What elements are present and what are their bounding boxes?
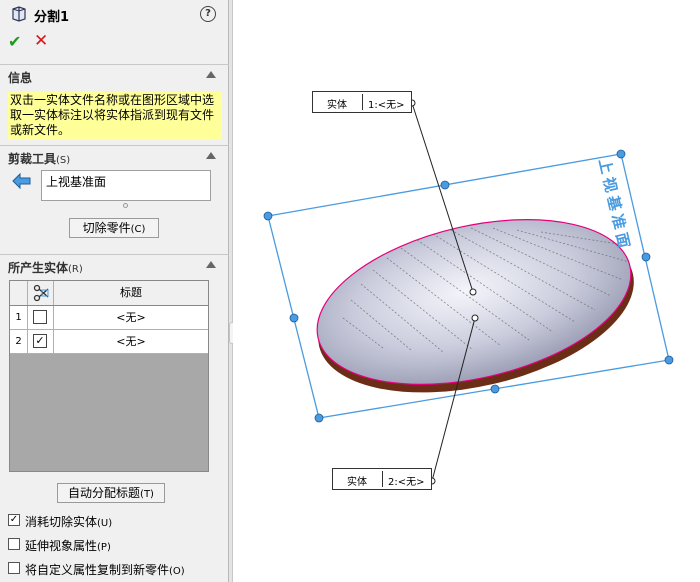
trim-tool-selection-field[interactable]: 上视基准面 — [41, 170, 211, 201]
feature-title-bar: 分割1 ? — [0, 0, 229, 28]
resulting-bodies-table: 标题 1 <无> 2 ✓ <无> — [9, 280, 209, 472]
row-title[interactable]: <无> — [54, 306, 208, 329]
property-manager: 分割1 ? ✔ ✕ 信息 双击一实体文件名称或在图形区域中选取一实体标注以将实体… — [0, 0, 229, 582]
model-view[interactable]: 上视基准面 — [233, 0, 700, 582]
row-title[interactable]: <无> — [54, 330, 208, 353]
row-select-cell[interactable]: ✓ — [28, 330, 54, 353]
cut-part-button[interactable]: 切除零件(C) — [69, 218, 159, 238]
select-column-header[interactable] — [28, 281, 54, 305]
checkbox[interactable] — [8, 562, 20, 574]
checkbox-checked[interactable]: ✓ — [8, 514, 20, 526]
resulting-bodies-heading: 所产生实体(R) — [8, 261, 83, 275]
title-column-header: 标题 — [120, 286, 142, 299]
collapse-icon[interactable] — [206, 71, 216, 78]
resulting-bodies-section-header[interactable]: 所产生实体(R) — [0, 254, 229, 276]
body-callout-2[interactable]: 实体 2:<无> — [332, 468, 432, 490]
callout-label: 实体 — [327, 100, 347, 111]
trim-tool-arrow-icon — [12, 172, 31, 190]
trim-tools-heading: 剪裁工具(S) — [8, 152, 71, 166]
table-row[interactable]: 1 <无> — [10, 306, 208, 330]
collapse-icon[interactable] — [206, 261, 216, 268]
info-heading: 信息 — [8, 71, 33, 85]
body-callout-1[interactable]: 实体 1:<无> — [312, 91, 412, 113]
row-number: 1 — [10, 306, 28, 329]
row-number: 2 — [10, 330, 28, 353]
ok-button[interactable]: ✔ — [8, 32, 21, 51]
collapse-icon[interactable] — [206, 152, 216, 159]
row-select-cell[interactable] — [28, 306, 54, 329]
auto-assign-names-button[interactable]: 自动分配标题(T) — [57, 483, 165, 503]
cancel-button[interactable]: ✕ — [34, 31, 48, 51]
table-header: 标题 — [10, 281, 208, 306]
info-section-header[interactable]: 信息 — [0, 64, 229, 86]
checkbox[interactable] — [8, 538, 20, 550]
resize-handle[interactable] — [123, 203, 128, 208]
help-icon[interactable]: ? — [200, 6, 216, 22]
feature-title: 分割1 — [34, 10, 70, 25]
callout-value: 2:<无> — [388, 477, 425, 488]
option-label: 延伸视象属性(P) — [25, 539, 111, 553]
split-feature-icon — [12, 6, 26, 22]
table-row[interactable]: 2 ✓ <无> — [10, 330, 208, 354]
row-number-header — [10, 281, 28, 305]
callout-value: 1:<无> — [368, 100, 405, 111]
split-body[interactable] — [301, 192, 650, 420]
trim-tools-section-header[interactable]: 剪裁工具(S) — [0, 145, 229, 167]
option-label: 将自定义属性复制到新零件(O) — [25, 563, 185, 577]
scissors-icon — [33, 284, 49, 302]
option-label: 消耗切除实体(U) — [25, 515, 113, 529]
row-checkbox-checked[interactable]: ✓ — [33, 334, 47, 348]
info-message: 双击一实体文件名称或在图形区域中选取一实体标注以将实体指派到现有文件或新文件。 — [8, 92, 222, 140]
callout-label: 实体 — [347, 477, 367, 488]
row-checkbox[interactable] — [33, 310, 47, 324]
graphics-area[interactable]: 上视基准面 实体 1:<无> 实体 2:<无> — [233, 0, 700, 582]
